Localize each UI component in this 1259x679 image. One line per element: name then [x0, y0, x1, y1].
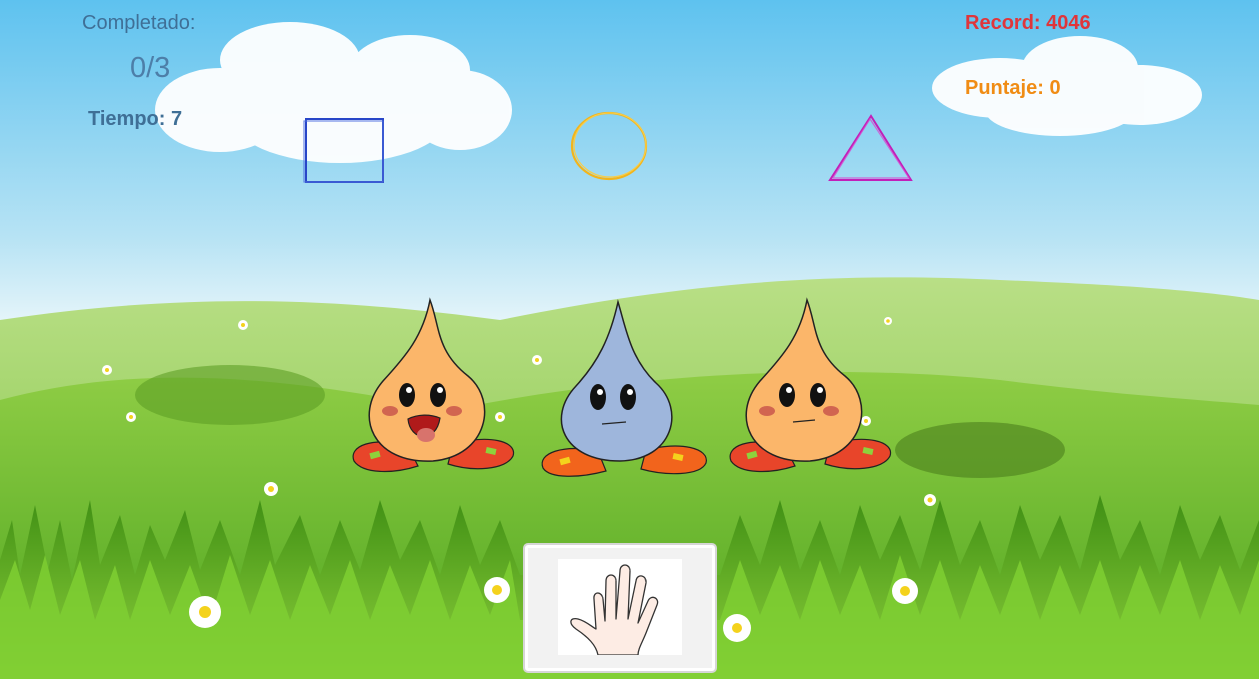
triangle-target[interactable]: [825, 110, 917, 186]
completed-counter: 0/3: [130, 52, 171, 84]
time-counter: Tiempo: 7: [88, 108, 183, 130]
record-score: Record: 4046: [965, 12, 1091, 34]
game-stage: Completado: 0/3 Tiempo: 7 Record: 4046 P…: [0, 0, 1259, 679]
circle-target[interactable]: [565, 108, 655, 186]
current-score: Puntaje: 0: [965, 77, 1061, 99]
orange-drop-character-happy[interactable]: [348, 296, 518, 481]
orange-drop-character-neutral[interactable]: [725, 296, 895, 481]
open-hand-icon: [570, 564, 659, 656]
completed-label: Completado:: [82, 12, 196, 34]
hand-gesture-card[interactable]: [523, 543, 717, 673]
square-target[interactable]: [300, 114, 390, 188]
blue-drop-character[interactable]: [538, 298, 710, 481]
hand-card-image: [558, 559, 682, 656]
